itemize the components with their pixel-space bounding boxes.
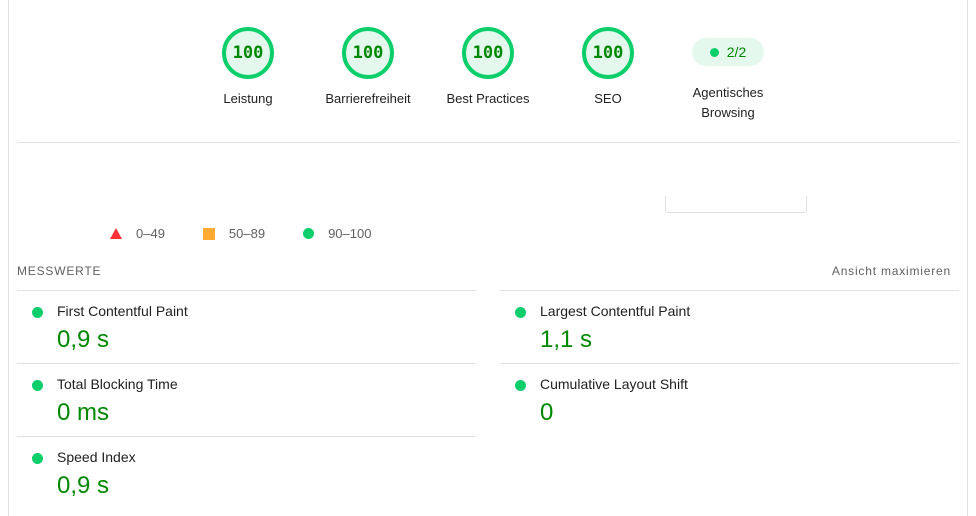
gauge-agentic-browsing[interactable]: 2/2 Agentisches Browsing: [668, 27, 788, 123]
average-square-icon: [202, 227, 215, 240]
metric-title: Cumulative Layout Shift: [540, 376, 688, 392]
legend-fail: 0–49: [110, 226, 165, 241]
section-divider: [17, 142, 959, 143]
gauge-label: Leistung: [223, 91, 273, 106]
expand-view-toggle[interactable]: Ansicht maximieren: [832, 264, 951, 278]
agentic-badge: 2/2: [692, 38, 764, 66]
gauge-performance[interactable]: 100 Leistung: [188, 27, 308, 109]
fail-triangle-icon: [110, 228, 122, 239]
screenshot-frame: [665, 196, 807, 213]
metric-title: Total Blocking Time: [57, 376, 178, 392]
metric-tbt: Total Blocking Time 0 ms: [17, 363, 476, 436]
gauge-ring: 100: [342, 27, 394, 79]
metric-lcp: Largest Contentful Paint 1,1 s: [500, 290, 959, 363]
gauge-label: Best Practices: [446, 91, 530, 106]
gauge-score: 100: [352, 43, 384, 63]
metrics-header: MESSWERTE Ansicht maximieren: [17, 264, 951, 278]
metric-value: 0: [540, 399, 554, 426]
pass-circle-icon: [303, 228, 315, 239]
gauge-ring: 100: [222, 27, 274, 79]
metric-cls: Cumulative Layout Shift 0: [500, 363, 959, 436]
legend-average: 50–89: [202, 226, 266, 241]
legend-pass: 90–100: [303, 226, 371, 241]
gauge-ring: 100: [582, 27, 634, 79]
gauge-accessibility[interactable]: 100 Barrierefreiheit: [308, 27, 428, 109]
gauge-best-practices[interactable]: 100 Best Practices: [428, 27, 548, 109]
agentic-label-line1: Agentisches: [692, 85, 764, 100]
gauge-label: Agentisches Browsing: [668, 83, 788, 123]
metric-title: First Contentful Paint: [57, 303, 188, 319]
legend-average-range: 50–89: [228, 226, 266, 241]
pass-dot-icon: [709, 47, 719, 57]
pass-dot-icon: [515, 380, 526, 391]
gauge-label: SEO: [594, 91, 622, 106]
gauge-label: Barrierefreiheit: [325, 91, 411, 106]
pass-dot-icon: [32, 307, 43, 318]
pass-dot-icon: [515, 307, 526, 318]
score-legend: 0–49 50–89 90–100: [110, 226, 409, 241]
metric-value: 0,9 s: [57, 472, 110, 499]
gauge-ring: 100: [462, 27, 514, 79]
pass-dot-icon: [32, 380, 43, 391]
gauge-score: 100: [232, 43, 264, 63]
metric-title: Speed Index: [57, 449, 136, 465]
score-gauges: 100 Leistung 100 Barrierefreiheit 100 Be…: [0, 0, 976, 142]
metric-value: 1,1 s: [540, 326, 593, 353]
legend-fail-range: 0–49: [136, 226, 165, 241]
metric-speed-index: Speed Index 0,9 s: [17, 436, 476, 509]
metric-fcp: First Contentful Paint 0,9 s: [17, 290, 476, 363]
agentic-label-line2: Browsing: [701, 105, 755, 120]
metrics-title: MESSWERTE: [17, 264, 102, 278]
gauge-score: 100: [592, 43, 624, 63]
metric-value: 0 ms: [57, 399, 110, 426]
legend-pass-range: 90–100: [328, 226, 372, 241]
gauge-seo[interactable]: 100 SEO: [548, 27, 668, 109]
pass-dot-icon: [32, 453, 43, 464]
gauge-score: 100: [472, 43, 504, 63]
agentic-value: 2/2: [726, 44, 747, 60]
metric-title: Largest Contentful Paint: [540, 303, 691, 319]
metric-value: 0,9 s: [57, 326, 110, 353]
